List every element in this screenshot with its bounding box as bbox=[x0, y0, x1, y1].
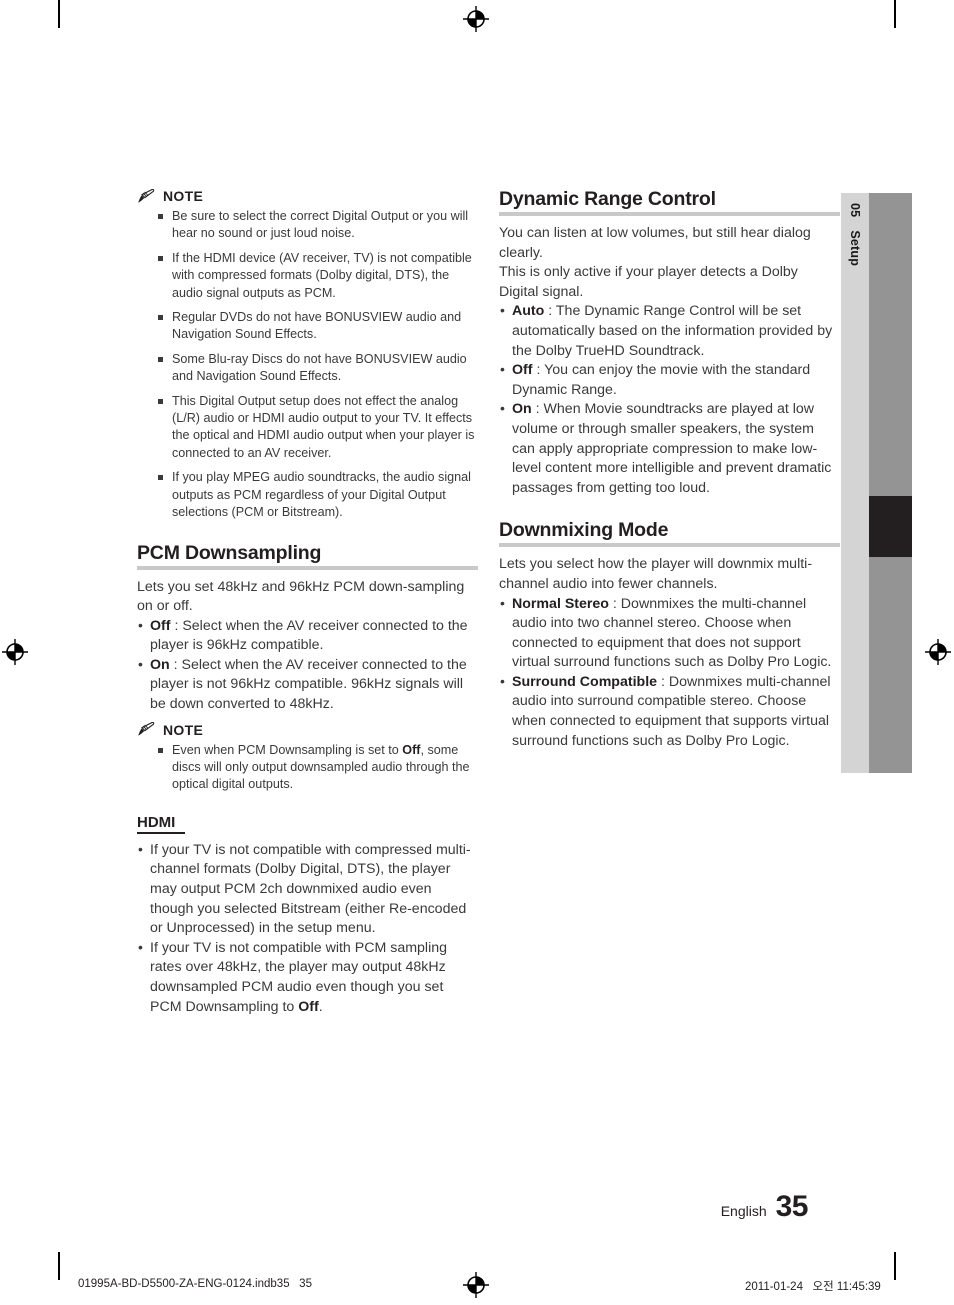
option-description: : Select when the AV receiver connected … bbox=[150, 617, 468, 654]
note-item: Regular DVDs do not have BONUSVIEW audio… bbox=[157, 309, 478, 344]
sub-heading-divider bbox=[137, 831, 185, 834]
downmix-option-list: Normal Stereo : Downmixes the multi-chan… bbox=[499, 593, 840, 752]
hdmi-text-bold: Off bbox=[298, 998, 319, 1015]
print-footer: 01995A-BD-D5500-ZA-ENG-0124.indb35 35 20… bbox=[0, 1278, 954, 1298]
registration-mark-top bbox=[463, 6, 489, 32]
note-item-list: Even when PCM Downsampling is set to Off… bbox=[137, 742, 478, 794]
option-term: Off bbox=[512, 362, 533, 379]
hdmi-text-suffix: . bbox=[318, 998, 323, 1015]
chapter-number: 05 bbox=[848, 203, 862, 218]
drc-option-auto: Auto : The Dynamic Range Control will be… bbox=[499, 301, 840, 361]
drc-option-list: Auto : The Dynamic Range Control will be… bbox=[499, 301, 840, 498]
downmix-option-normal-stereo: Normal Stereo : Downmixes the multi-chan… bbox=[499, 593, 840, 673]
option-term: Off bbox=[150, 617, 171, 634]
chapter-title: Setup bbox=[848, 230, 862, 267]
footer-language: English bbox=[720, 1203, 767, 1219]
page-footer: English 35 bbox=[720, 1190, 809, 1224]
section-heading-pcm-downsampling: PCM Downsampling bbox=[137, 541, 322, 564]
note-title: NOTE bbox=[163, 188, 204, 204]
section-heading-dynamic-range-control: Dynamic Range Control bbox=[499, 188, 716, 210]
print-date-time: 2011-01-24 오전 11:45:39 bbox=[745, 1281, 881, 1293]
note-header: NOTE bbox=[137, 722, 478, 738]
note-item: If you play MPEG audio soundtracks, the … bbox=[157, 469, 478, 521]
section-intro-text: Lets you set 48kHz and 96kHz PCM down-sa… bbox=[137, 578, 465, 615]
section-hdmi: HDMI If your TV is not compatible with c… bbox=[137, 814, 478, 1017]
crop-mark-top-right bbox=[894, 0, 896, 28]
chapter-index-active-marker bbox=[869, 496, 912, 557]
pcm-option-on: On : Select when the AV receiver connect… bbox=[137, 655, 478, 715]
drc-option-off: Off : You can enjoy the movie with the s… bbox=[499, 360, 840, 400]
section-pcm-downsampling: PCM Downsampling Lets you set 48kHz and … bbox=[137, 542, 478, 715]
option-description: : Select when the AV receiver connected … bbox=[150, 656, 467, 713]
manual-page: 05 Setup NOTE Be sure to select the corr… bbox=[0, 0, 954, 1305]
crop-mark-bottom-left bbox=[58, 1252, 60, 1280]
option-description: : When Movie soundtracks are played at l… bbox=[512, 401, 832, 496]
footer-page-number: 35 bbox=[775, 1190, 809, 1223]
option-term: Surround Compatible bbox=[512, 673, 658, 690]
pcm-option-list: Off : Select when the AV receiver connec… bbox=[137, 616, 478, 715]
chapter-tab-label: 05 Setup bbox=[841, 193, 869, 773]
registration-mark-left bbox=[2, 639, 28, 665]
note-item: Some Blu-ray Discs do not have BONUSVIEW… bbox=[157, 351, 478, 386]
pencil-icon bbox=[138, 722, 155, 736]
note-item: Even when PCM Downsampling is set to Off… bbox=[157, 742, 478, 794]
crop-mark-bottom-right bbox=[894, 1252, 896, 1280]
option-description: : You can enjoy the movie with the stand… bbox=[512, 362, 811, 398]
option-term: On bbox=[512, 401, 532, 418]
note-text-bold: Off bbox=[402, 742, 421, 757]
chapter-index-bar bbox=[869, 193, 912, 773]
pcm-option-off: Off : Select when the AV receiver connec… bbox=[137, 616, 478, 656]
crop-mark-top-left bbox=[58, 0, 60, 28]
section-dynamic-range-control: Dynamic Range Control You can listen at … bbox=[499, 188, 840, 498]
registration-mark-right bbox=[925, 639, 951, 665]
sub-heading-hdmi: HDMI bbox=[137, 813, 176, 831]
section-intro-text-1: You can listen at low volumes, but still… bbox=[499, 225, 811, 261]
section-divider bbox=[499, 543, 840, 548]
right-column: Dynamic Range Control You can listen at … bbox=[499, 188, 840, 751]
left-column: NOTE Be sure to select the correct Digit… bbox=[137, 188, 478, 1017]
note-title: NOTE bbox=[163, 721, 204, 738]
section-divider bbox=[499, 212, 840, 216]
pencil-icon bbox=[138, 188, 155, 203]
section-divider bbox=[137, 565, 478, 570]
print-file-info: 01995A-BD-D5500-ZA-ENG-0124.indb35 35 bbox=[78, 1278, 312, 1290]
downmix-option-surround-compatible: Surround Compatible : Downmixes multi-ch… bbox=[499, 672, 840, 751]
note-block-digital-output: NOTE Be sure to select the correct Digit… bbox=[137, 188, 478, 522]
note-block-pcm-downsampling: NOTE Even when PCM Downsampling is set t… bbox=[137, 722, 478, 794]
note-item: This Digital Output setup does not effec… bbox=[157, 393, 478, 463]
chapter-tab: 05 Setup bbox=[841, 193, 869, 773]
hdmi-bullet: If your TV is not compatible with PCM sa… bbox=[137, 938, 478, 1017]
note-item: Be sure to select the correct Digital Ou… bbox=[157, 208, 478, 243]
section-heading-downmixing-mode: Downmixing Mode bbox=[499, 519, 669, 542]
note-item: If the HDMI device (AV receiver, TV) is … bbox=[157, 250, 478, 302]
section-intro-text-2: This is only active if your player detec… bbox=[499, 264, 798, 300]
note-text-prefix: Even when PCM Downsampling is set to bbox=[172, 742, 403, 757]
drc-option-on: On : When Movie soundtracks are played a… bbox=[499, 399, 840, 498]
hdmi-bullet: If your TV is not compatible with compre… bbox=[137, 840, 478, 939]
note-header: NOTE bbox=[137, 188, 478, 204]
option-description: : The Dynamic Range Control will be set … bbox=[512, 303, 833, 359]
option-term: Normal Stereo bbox=[512, 595, 609, 612]
option-term: Auto bbox=[512, 303, 545, 320]
hdmi-bullet-list: If your TV is not compatible with compre… bbox=[137, 840, 478, 1017]
section-intro-text: Lets you select how the player will down… bbox=[499, 556, 813, 592]
note-item-list: Be sure to select the correct Digital Ou… bbox=[137, 208, 478, 522]
option-term: On bbox=[150, 656, 170, 673]
section-downmixing-mode: Downmixing Mode Lets you select how the … bbox=[499, 519, 840, 751]
